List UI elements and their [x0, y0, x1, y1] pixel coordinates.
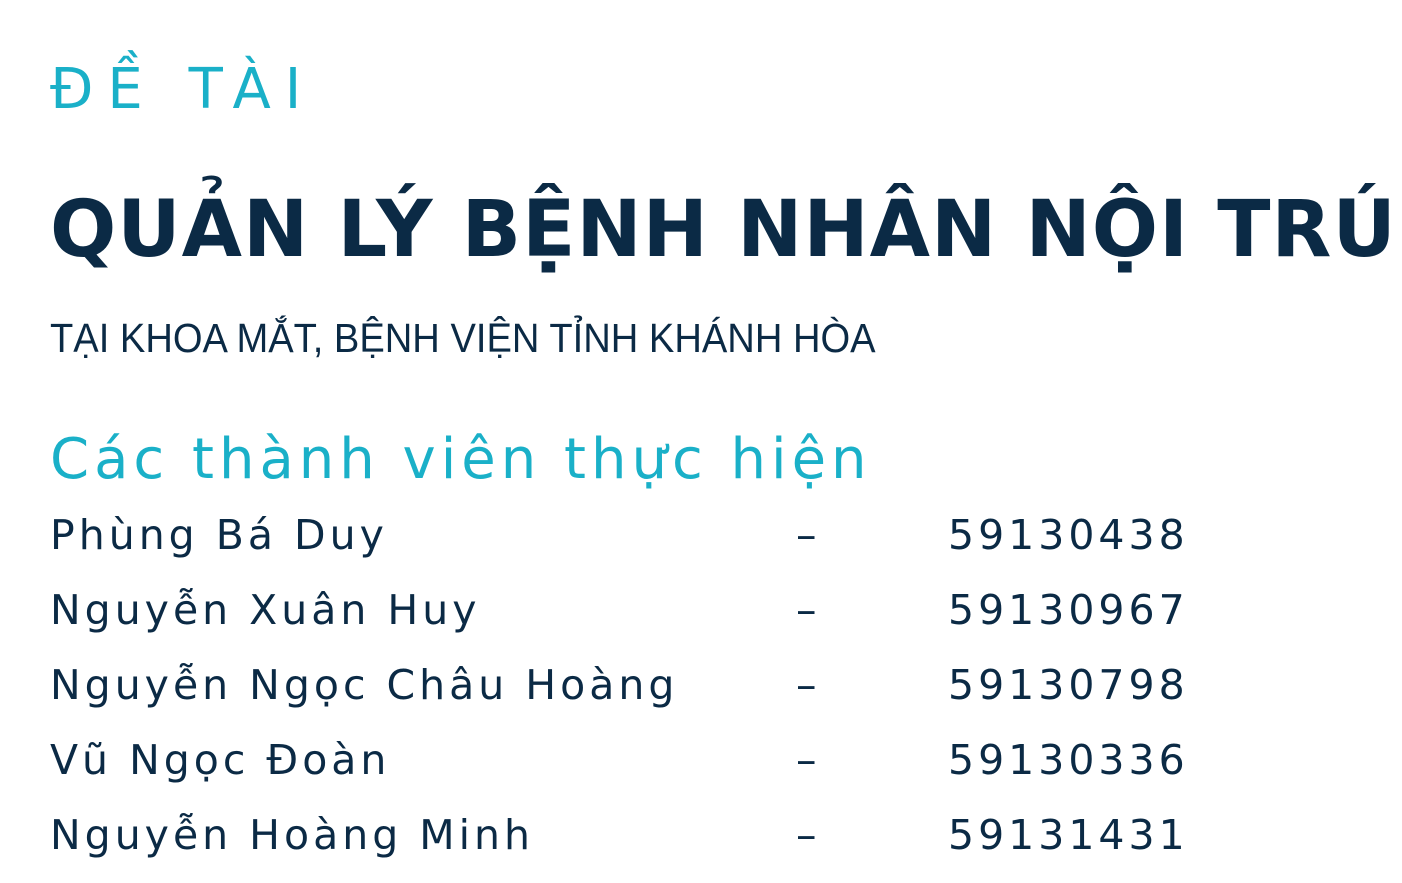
topic-label: ĐỀ TÀI — [50, 57, 316, 122]
members-heading: Các thành viên thực hiện — [50, 427, 872, 492]
member-separator: – — [796, 511, 821, 559]
member-row: Vũ Ngọc Đoàn – 59130336 — [50, 732, 1350, 807]
member-row: Nguyễn Hoàng Minh – 59131431 — [50, 807, 1350, 882]
member-name: Phùng Bá Duy — [50, 511, 388, 559]
member-name: Nguyễn Xuân Huy — [50, 586, 481, 634]
page-title: QUẢN LÝ BỆNH NHÂN NỘI TRÚ — [50, 185, 1397, 275]
members-list: Phùng Bá Duy – 59130438 Nguyễn Xuân Huy … — [50, 507, 1350, 882]
member-row: Nguyễn Ngọc Châu Hoàng – 59130798 — [50, 657, 1350, 732]
member-separator: – — [796, 736, 821, 784]
member-name: Vũ Ngọc Đoàn — [50, 736, 391, 784]
page-subtitle: TẠI KHOA MẮT, BỆNH VIỆN TỈNH KHÁNH HÒA — [50, 315, 876, 361]
member-name: Nguyễn Ngọc Châu Hoàng — [50, 661, 679, 709]
member-student-id: 59130336 — [948, 736, 1189, 784]
member-row: Phùng Bá Duy – 59130438 — [50, 507, 1350, 582]
title-slide: ĐỀ TÀI QUẢN LÝ BỆNH NHÂN NỘI TRÚ TẠI KHO… — [0, 0, 1402, 883]
member-student-id: 59130967 — [948, 586, 1189, 634]
member-separator: – — [796, 586, 821, 634]
member-name: Nguyễn Hoàng Minh — [50, 811, 535, 859]
member-student-id: 59130798 — [948, 661, 1189, 709]
member-row: Nguyễn Xuân Huy – 59130967 — [50, 582, 1350, 657]
member-student-id: 59131431 — [948, 811, 1189, 859]
member-separator: – — [796, 661, 821, 709]
member-student-id: 59130438 — [948, 511, 1189, 559]
member-separator: – — [796, 811, 821, 859]
